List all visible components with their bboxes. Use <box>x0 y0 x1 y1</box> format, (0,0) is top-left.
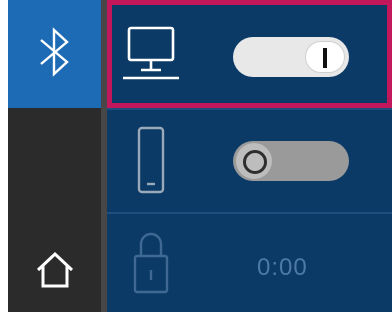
sidebar <box>8 0 101 312</box>
lock-icon <box>131 226 171 298</box>
device-list: 0:00 <box>107 0 392 312</box>
device-row-desktop[interactable] <box>107 0 392 108</box>
lock-timer: 0:00 <box>257 254 308 281</box>
home-button[interactable] <box>8 232 101 312</box>
device-row-lock: 0:00 <box>107 214 392 312</box>
bluetooth-icon <box>35 24 75 85</box>
phone-toggle[interactable] <box>233 141 349 181</box>
device-panel: 0:00 <box>8 0 392 312</box>
bluetooth-tab[interactable] <box>8 0 101 108</box>
toggle-off-indicator <box>243 150 267 174</box>
home-icon <box>34 250 76 295</box>
selection-outline <box>107 0 392 108</box>
toggle-knob <box>236 143 272 179</box>
device-row-phone[interactable] <box>107 110 392 212</box>
phone-icon <box>133 124 169 196</box>
